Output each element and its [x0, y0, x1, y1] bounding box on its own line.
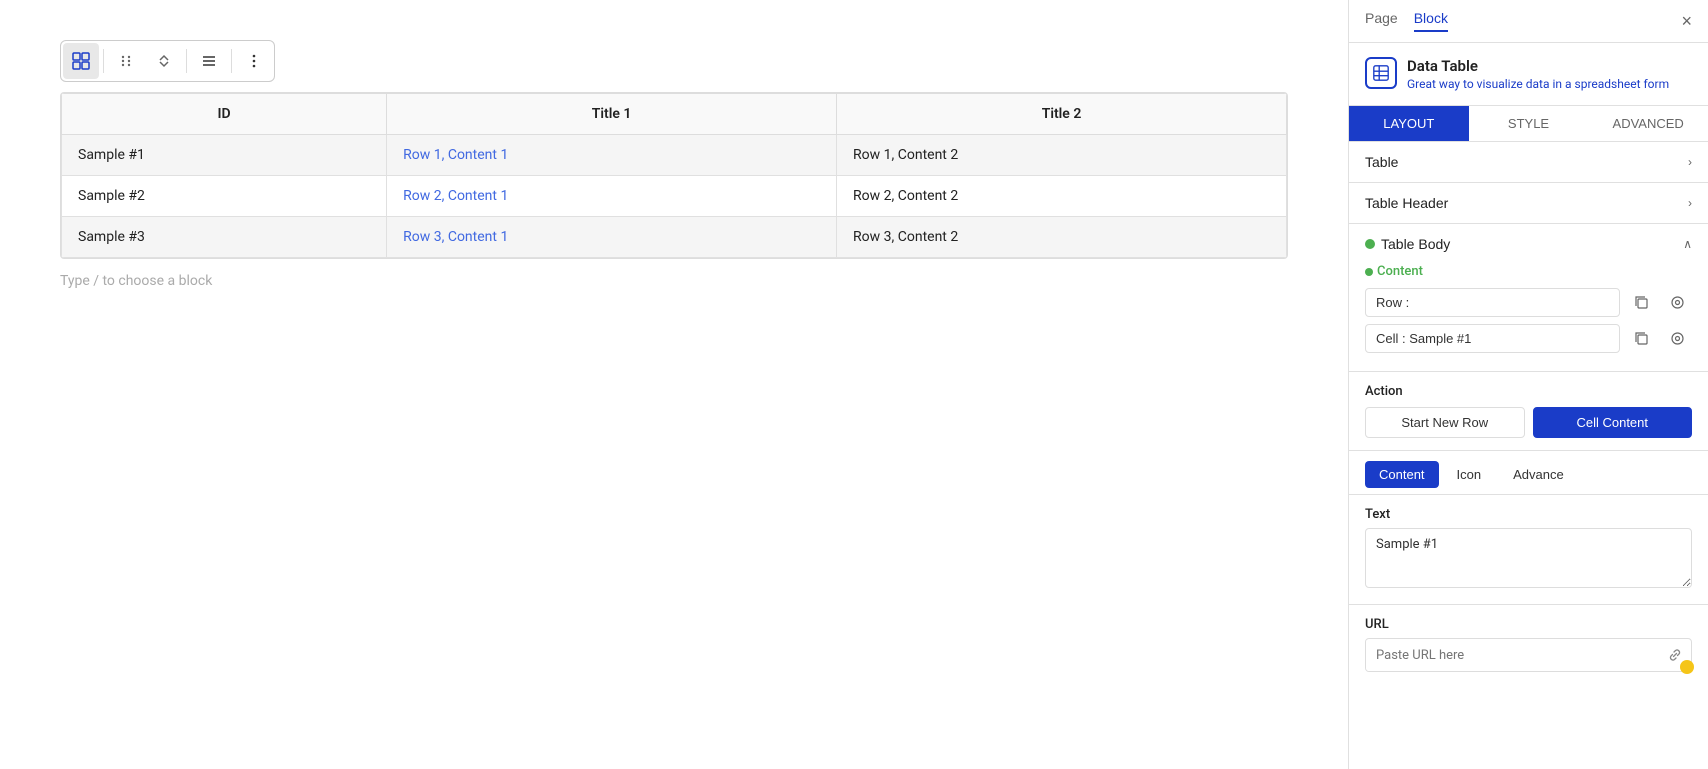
- cell-content-button[interactable]: Cell Content: [1533, 407, 1693, 438]
- data-table-details: Data Table Great way to visualize data i…: [1407, 57, 1669, 91]
- url-section: URL: [1349, 605, 1708, 684]
- section-table-header-label: Table Header: [1365, 195, 1448, 211]
- col-header-title2: Title 2: [837, 94, 1287, 135]
- chevron-down-icon: ›: [1688, 155, 1692, 169]
- tab-style[interactable]: STYLE: [1469, 106, 1589, 141]
- row-input[interactable]: [1365, 288, 1620, 317]
- col-header-title1: Title 1: [387, 94, 837, 135]
- block-toolbar: [60, 40, 275, 82]
- data-table-icon: [1365, 57, 1397, 89]
- table-cell: Sample #2: [62, 176, 387, 217]
- content-label: Content: [1365, 264, 1692, 279]
- url-label: URL: [1365, 617, 1692, 632]
- col-header-id: ID: [62, 94, 387, 135]
- url-input[interactable]: [1366, 640, 1659, 671]
- table-cell: Row 2, Content 1: [387, 176, 837, 217]
- url-input-wrapper: [1365, 638, 1692, 672]
- table-cell: Row 1, Content 1: [387, 135, 837, 176]
- copy-cell-button[interactable]: [1626, 323, 1656, 353]
- tab-advanced[interactable]: ADVANCED: [1588, 106, 1708, 141]
- tab-block[interactable]: Block: [1414, 10, 1448, 32]
- content-dot: [1365, 268, 1373, 276]
- toolbar-divider-3: [231, 49, 232, 73]
- table-row: Sample #3Row 3, Content 1Row 3, Content …: [62, 217, 1287, 258]
- grid-view-button[interactable]: [63, 43, 99, 79]
- content-tabs: Content Icon Advance: [1349, 451, 1708, 495]
- toolbar-divider-2: [186, 49, 187, 73]
- copy-row-button[interactable]: [1626, 287, 1656, 317]
- table-cell: Sample #3: [62, 217, 387, 258]
- table-body-expanded: Content: [1349, 264, 1708, 371]
- text-label: Text: [1365, 507, 1692, 522]
- data-table: ID Title 1 Title 2 Sample #1Row 1, Conte…: [61, 93, 1287, 258]
- table-cell: Row 3, Content 2: [837, 217, 1287, 258]
- editor-area: ID Title 1 Title 2 Sample #1Row 1, Conte…: [0, 0, 1348, 769]
- chevron-up-icon: ∧: [1683, 237, 1692, 251]
- action-label: Action: [1365, 384, 1692, 399]
- settings-row-button[interactable]: [1662, 287, 1692, 317]
- drag-handle-button[interactable]: [108, 43, 144, 79]
- data-table-info: Data Table Great way to visualize data i…: [1349, 43, 1708, 106]
- right-panel: Page Block × Data Table Great way to vis…: [1348, 0, 1708, 769]
- panel-header: Page Block ×: [1349, 0, 1708, 43]
- section-table-body-btn[interactable]: Table Body ∧: [1349, 224, 1708, 264]
- section-table-body: Table Body ∧ Content: [1349, 224, 1708, 372]
- table-row: Sample #1Row 1, Content 1Row 1, Content …: [62, 135, 1287, 176]
- tab-content[interactable]: Content: [1365, 461, 1439, 488]
- action-btn-group: Start New Row Cell Content: [1365, 407, 1692, 438]
- section-table-header-btn[interactable]: Table Header ›: [1349, 183, 1708, 223]
- table-cell: Row 3, Content 1: [387, 217, 837, 258]
- toolbar-divider-1: [103, 49, 104, 73]
- more-options-button[interactable]: [236, 43, 272, 79]
- start-new-row-button[interactable]: Start New Row: [1365, 407, 1525, 438]
- table-body-dot: [1365, 239, 1375, 249]
- section-table-header: Table Header ›: [1349, 183, 1708, 224]
- section-table-label: Table: [1365, 154, 1398, 170]
- close-button[interactable]: ×: [1681, 12, 1692, 30]
- data-table-title: Data Table: [1407, 57, 1669, 75]
- cell-input[interactable]: [1365, 324, 1620, 353]
- cell-item: [1365, 323, 1692, 353]
- settings-cell-button[interactable]: [1662, 323, 1692, 353]
- type-placeholder: Type / to choose a block: [60, 273, 1288, 289]
- chevron-down-icon-2: ›: [1688, 196, 1692, 210]
- table-cell: Row 1, Content 2: [837, 135, 1287, 176]
- yellow-dot-indicator: [1680, 660, 1694, 674]
- section-table-header[interactable]: Table ›: [1349, 142, 1708, 182]
- layout-tabs: LAYOUT STYLE ADVANCED: [1349, 106, 1708, 142]
- table-cell: Sample #1: [62, 135, 387, 176]
- table-header-row: ID Title 1 Title 2: [62, 94, 1287, 135]
- section-table: Table ›: [1349, 142, 1708, 183]
- align-button[interactable]: [191, 43, 227, 79]
- table-cell: Row 2, Content 2: [837, 176, 1287, 217]
- table-row: Sample #2Row 2, Content 1Row 2, Content …: [62, 176, 1287, 217]
- data-table-description: Great way to visualize data in a spreads…: [1407, 77, 1669, 91]
- text-section: Text: [1349, 495, 1708, 605]
- tab-icon[interactable]: Icon: [1443, 461, 1496, 488]
- section-table-body-label: Table Body: [1381, 236, 1450, 252]
- tab-advance[interactable]: Advance: [1499, 461, 1578, 488]
- tab-layout[interactable]: LAYOUT: [1349, 106, 1469, 141]
- panel-tabs: Page Block: [1365, 10, 1448, 32]
- tab-page[interactable]: Page: [1365, 10, 1398, 32]
- row-item: [1365, 287, 1692, 317]
- move-up-down-button[interactable]: [146, 43, 182, 79]
- action-section: Action Start New Row Cell Content: [1349, 372, 1708, 451]
- text-textarea[interactable]: [1365, 528, 1692, 588]
- data-table-wrapper: ID Title 1 Title 2 Sample #1Row 1, Conte…: [60, 92, 1288, 259]
